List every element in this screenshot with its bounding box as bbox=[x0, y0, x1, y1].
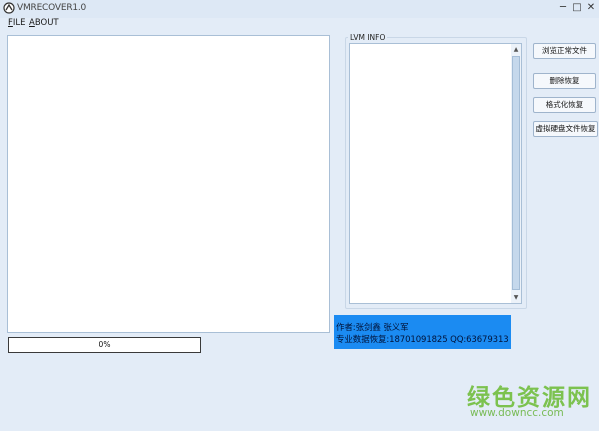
scroll-down-icon[interactable]: ▼ bbox=[511, 292, 521, 303]
progress-bar: 0% bbox=[8, 337, 201, 353]
author-line-2: 专业数据恢复:18701091825 QQ:63679313 bbox=[336, 335, 509, 345]
delete-recover-button[interactable]: 删除恢复 bbox=[533, 73, 596, 89]
maximize-button[interactable]: □ bbox=[570, 1, 584, 15]
menu-bar: FILE ABOUT bbox=[0, 18, 599, 32]
scroll-up-icon[interactable]: ▲ bbox=[511, 44, 521, 55]
watermark-url: www.downcc.com bbox=[470, 407, 564, 419]
lvm-info-list[interactable] bbox=[349, 43, 513, 304]
progress-label: 0% bbox=[98, 340, 111, 349]
lvm-info-label: LVM INFO bbox=[348, 33, 388, 42]
author-info-box: 作者:张剑鑫 张义军 专业数据恢复:18701091825 QQ:6367931… bbox=[334, 315, 511, 349]
app-icon bbox=[3, 2, 15, 14]
close-button[interactable]: ✕ bbox=[584, 1, 598, 15]
menu-file-rest: ILE bbox=[12, 18, 26, 28]
virtual-disk-recover-button[interactable]: 虚拟硬盘文件恢复 bbox=[533, 121, 598, 137]
file-list-panel[interactable] bbox=[7, 35, 330, 333]
title-bar: VMRECOVER1.0 ─ □ ✕ bbox=[0, 0, 599, 18]
browse-files-button[interactable]: 浏览正常文件 bbox=[533, 43, 596, 59]
scroll-thumb[interactable] bbox=[512, 56, 520, 290]
format-recover-button[interactable]: 格式化恢复 bbox=[533, 97, 596, 113]
author-line-1: 作者:张剑鑫 张义军 bbox=[336, 323, 409, 333]
lvm-scrollbar[interactable]: ▲ ▼ bbox=[511, 43, 522, 304]
menu-file[interactable]: FILE bbox=[8, 18, 26, 28]
menu-about[interactable]: ABOUT bbox=[29, 18, 59, 28]
window-title: VMRECOVER1.0 bbox=[17, 3, 87, 13]
minimize-button[interactable]: ─ bbox=[556, 1, 570, 15]
menu-about-rest: BOUT bbox=[34, 18, 59, 28]
